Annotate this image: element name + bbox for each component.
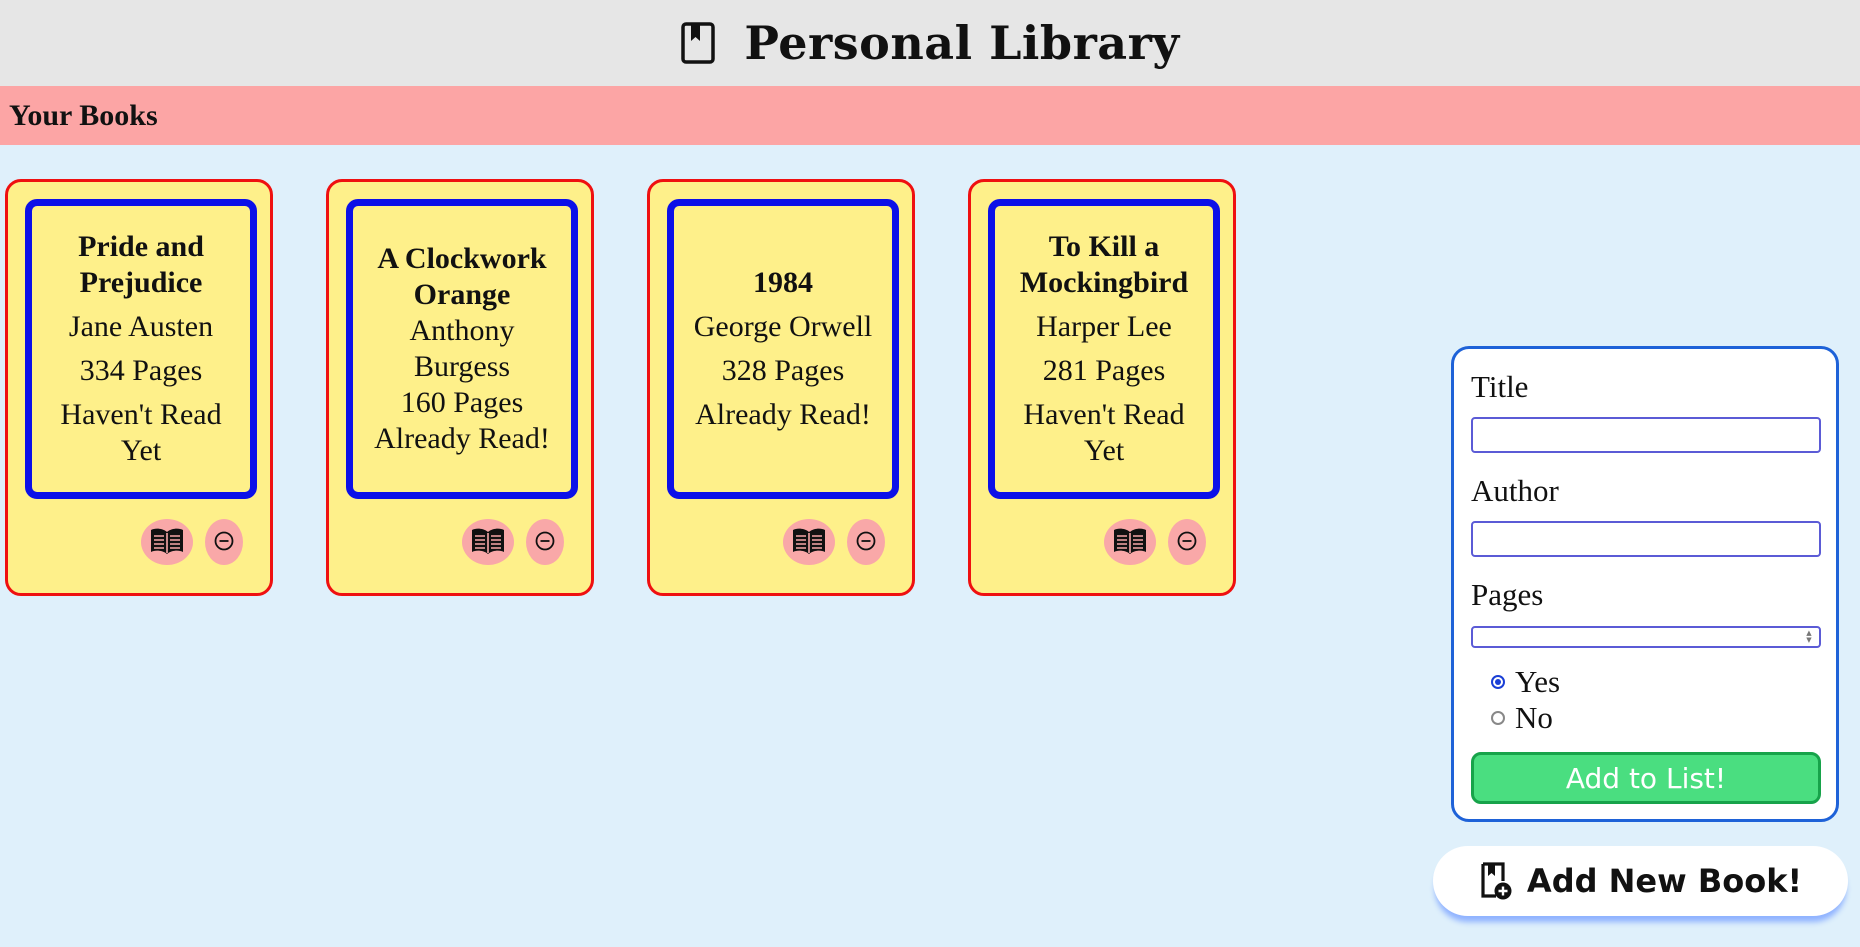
book-author: Harper Lee: [1036, 310, 1172, 343]
book-author: Jane Austen: [68, 310, 214, 343]
book-read-status: Haven't Read Yet: [1023, 398, 1185, 467]
pages-stepper[interactable]: ▲ ▼: [1800, 629, 1818, 645]
book-card: A Clockwork Orange Anthony Burgess 160 P…: [326, 179, 594, 596]
toggle-read-button[interactable]: [141, 519, 193, 565]
open-book-icon: [470, 527, 506, 558]
title-label: Title: [1471, 369, 1529, 404]
add-new-book-label: Add New Book!: [1526, 862, 1803, 900]
book-details: Pride and Prejudice Jane Austen 334 Page…: [25, 199, 257, 499]
bookmark-book-icon: [680, 21, 716, 65]
open-book-icon: [791, 527, 827, 558]
book-pages: 328 Pages: [721, 354, 845, 387]
book-card: Pride and Prejudice Jane Austen 334 Page…: [5, 179, 273, 596]
book-card: 1984 George Orwell 328 Pages Already Rea…: [647, 179, 915, 596]
minus-circle-icon: [534, 530, 556, 555]
section-title: Your Books: [9, 98, 158, 132]
book-author: George Orwell: [693, 310, 873, 343]
remove-book-button[interactable]: [526, 519, 564, 565]
add-book-icon: [1479, 861, 1513, 901]
radio-selected-icon: [1491, 675, 1505, 689]
book-pages: 281 Pages: [1042, 354, 1166, 387]
minus-circle-icon: [855, 530, 877, 555]
toggle-read-button[interactable]: [783, 519, 835, 565]
toggle-read-button[interactable]: [462, 519, 514, 565]
book-title: 1984: [753, 266, 813, 299]
app-title: Personal Library: [744, 16, 1180, 70]
title-input[interactable]: [1471, 417, 1821, 453]
remove-book-button[interactable]: [205, 519, 243, 565]
book-details: 1984 George Orwell 328 Pages Already Rea…: [667, 199, 899, 499]
toggle-read-button[interactable]: [1104, 519, 1156, 565]
stepper-down-icon: ▼: [1806, 636, 1812, 644]
book-title: A Clockwork Orange: [377, 242, 547, 311]
book-card: To Kill a Mockingbird Harper Lee 281 Pag…: [968, 179, 1236, 596]
app-header: Personal Library: [0, 0, 1860, 86]
pages-input[interactable]: [1471, 626, 1821, 648]
author-label: Author: [1471, 473, 1559, 508]
remove-book-button[interactable]: [847, 519, 885, 565]
book-read-status: Already Read!: [374, 422, 550, 455]
open-book-icon: [149, 527, 185, 558]
open-book-icon: [1112, 527, 1148, 558]
read-no-label: No: [1515, 700, 1553, 735]
book-title: Pride and Prejudice: [78, 230, 204, 299]
read-yes-option[interactable]: Yes: [1491, 664, 1560, 700]
remove-book-button[interactable]: [1168, 519, 1206, 565]
book-details: To Kill a Mockingbird Harper Lee 281 Pag…: [988, 199, 1220, 499]
author-input[interactable]: [1471, 521, 1821, 557]
read-yes-label: Yes: [1515, 664, 1561, 699]
book-read-status: Already Read!: [695, 398, 871, 431]
book-details: A Clockwork Orange Anthony Burgess 160 P…: [346, 199, 578, 499]
minus-circle-icon: [1176, 530, 1198, 555]
radio-unselected-icon: [1491, 711, 1505, 725]
pages-label: Pages: [1471, 577, 1544, 612]
book-pages: 160 Pages: [400, 386, 524, 419]
book-pages: 334 Pages: [79, 354, 203, 387]
add-to-list-button[interactable]: Add to List!: [1471, 752, 1821, 804]
read-no-option[interactable]: No: [1491, 700, 1553, 736]
add-book-form: Title Author Pages ▲ ▼ Yes No Add to Lis…: [1451, 346, 1839, 822]
add-new-book-button[interactable]: Add New Book!: [1433, 846, 1848, 916]
book-author: Anthony Burgess: [409, 314, 515, 383]
minus-circle-icon: [213, 530, 235, 555]
book-title: To Kill a Mockingbird: [1019, 230, 1189, 299]
section-header: Your Books: [0, 86, 1860, 145]
book-read-status: Haven't Read Yet: [60, 398, 222, 467]
